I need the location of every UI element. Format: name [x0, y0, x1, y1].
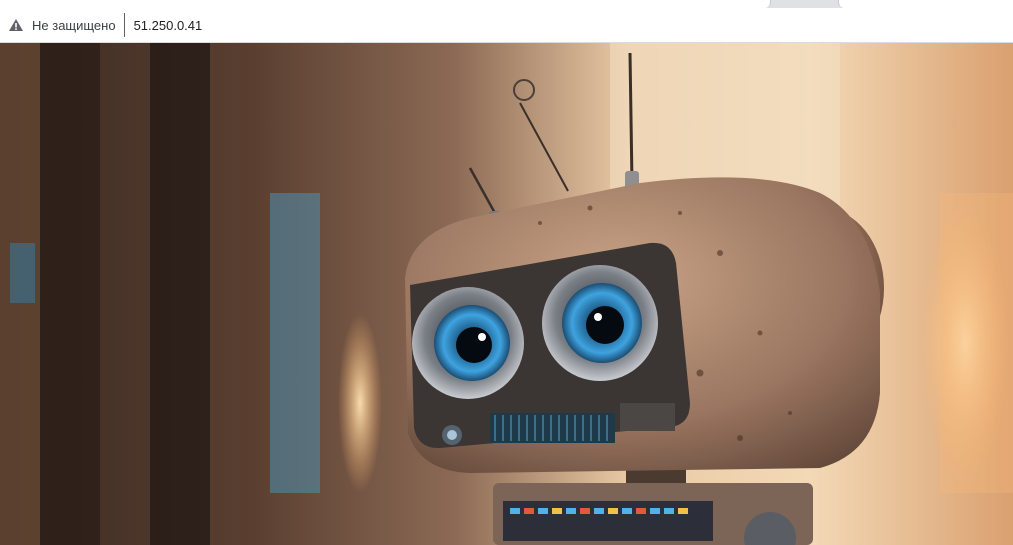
active-tab-edge[interactable]	[0, 0, 771, 8]
warning-triangle-icon	[9, 19, 23, 31]
url-text[interactable]: 51.250.0.41	[134, 18, 203, 33]
robot-illustration	[0, 43, 1013, 545]
page-content	[0, 43, 1013, 545]
security-label: Не защищено	[32, 17, 116, 33]
tab-strip	[0, 0, 1013, 8]
address-bar[interactable]: Не защищено 51.250.0.41	[0, 8, 1013, 43]
security-chip[interactable]: Не защищено	[8, 13, 125, 37]
inactive-tab-edge[interactable]	[838, 0, 1013, 8]
